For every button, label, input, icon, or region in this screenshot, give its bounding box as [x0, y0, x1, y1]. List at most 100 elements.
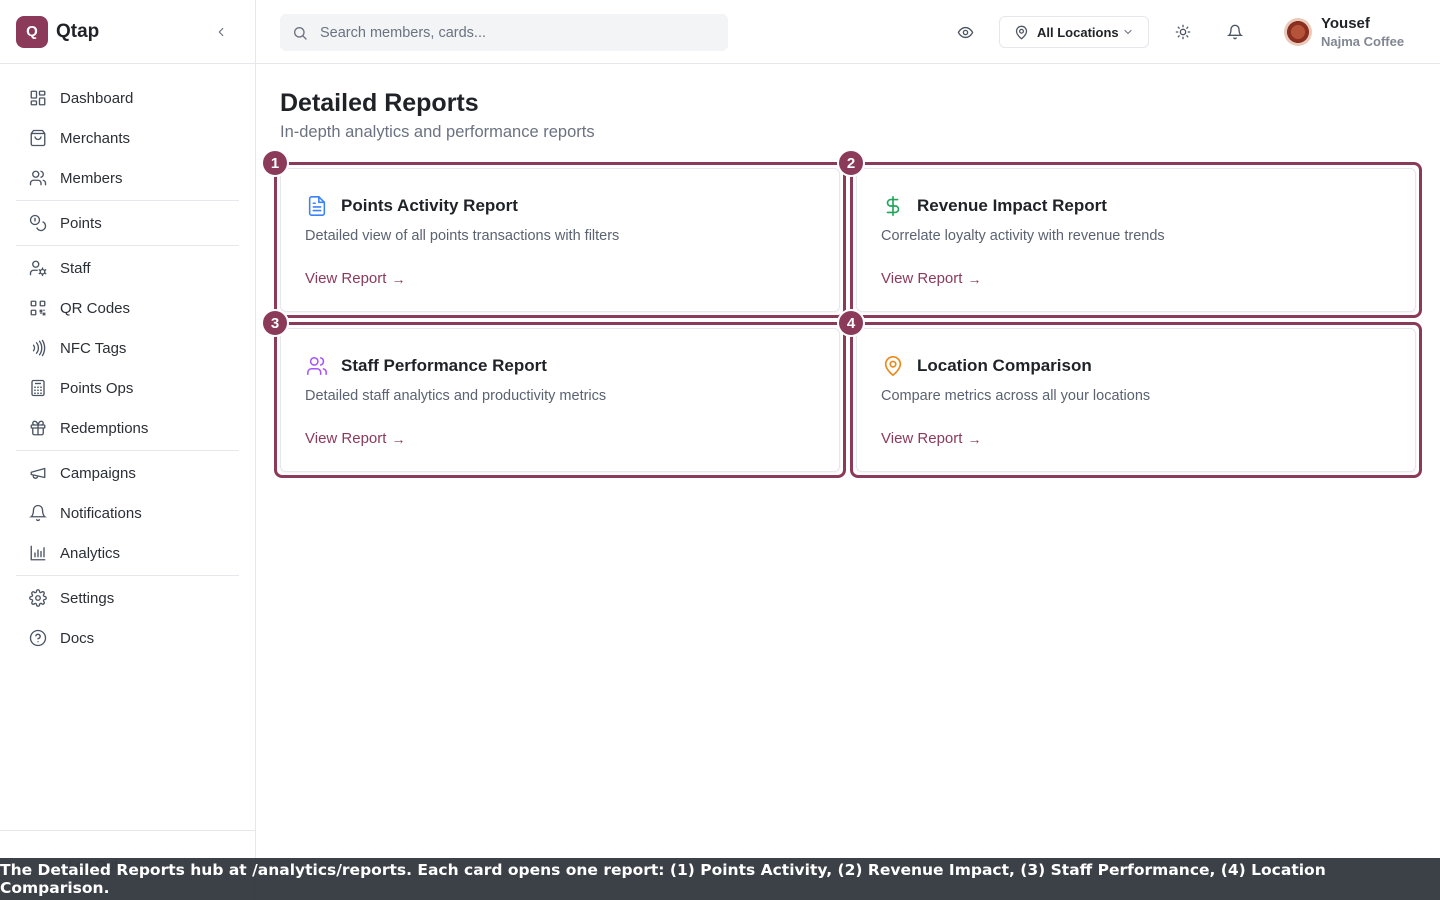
brand-name[interactable]: Qtap [56, 21, 99, 43]
sidebar-item-campaigns[interactable]: Campaigns [16, 453, 239, 493]
step-badge: 1 [261, 149, 289, 177]
search-icon [292, 25, 308, 41]
card-description: Correlate loyalty activity with revenue … [881, 228, 1165, 244]
sidebar-item-label: Points [60, 214, 102, 232]
link-label: View Report [881, 430, 963, 447]
sidebar-item-merchants[interactable]: Merchants [16, 118, 239, 158]
arrow-right-icon: → [967, 430, 982, 447]
arrow-right-icon: → [391, 430, 406, 447]
megaphone-icon [28, 463, 48, 483]
search-bar[interactable] [280, 14, 728, 51]
sidebar-item-staff[interactable]: Staff [16, 248, 239, 288]
top-header: All Locations Yousef Najma Coffee [256, 0, 1440, 64]
help-circle-icon [28, 628, 48, 648]
sidebar-item-label: NFC Tags [60, 339, 127, 357]
sidebar-item-label: Analytics [60, 544, 121, 562]
sidebar-item-notifications[interactable]: Notifications [16, 493, 239, 533]
search-input[interactable] [320, 24, 700, 41]
sidebar-item-qr-codes[interactable]: QR Codes [16, 288, 239, 328]
map-pin-icon [1014, 25, 1029, 40]
sidebar-item-label: QR Codes [60, 299, 131, 317]
brand: Q Qtap [0, 0, 255, 64]
sidebar-item-settings[interactable]: Settings [16, 578, 239, 618]
users-icon [28, 168, 48, 188]
sidebar-item-analytics[interactable]: Analytics [16, 533, 239, 573]
link-label: View Report [305, 270, 387, 287]
page-subtitle: In-depth analytics and performance repor… [280, 123, 595, 141]
sidebar-item-label: Campaigns [60, 464, 136, 482]
nav-divider [16, 245, 239, 246]
arrow-right-icon: → [967, 270, 982, 287]
sidebar-item-points-ops[interactable]: Points Ops [16, 368, 239, 408]
shopping-bag-icon [28, 128, 48, 148]
users-icon [305, 354, 329, 378]
nav-divider [16, 200, 239, 201]
view-report-link[interactable]: View Report → [305, 430, 405, 447]
report-card-location-comparison[interactable]: Location Comparison Compare metrics acro… [850, 322, 1422, 478]
sidebar-item-label: Dashboard [60, 89, 134, 107]
card-title: Location Comparison [917, 356, 1092, 375]
step-badge: 2 [837, 149, 865, 177]
sidebar-nav: Dashboard Merchants Members Points Staff… [0, 64, 255, 658]
user-name: Yousef [1321, 14, 1370, 32]
sidebar-item-points[interactable]: Points [16, 203, 239, 243]
coins-icon [28, 213, 48, 233]
step-badge: 4 [837, 309, 865, 337]
bar-chart-icon [28, 543, 48, 563]
chevron-left-icon [218, 27, 224, 37]
sidebar-item-redemptions[interactable]: Redemptions [16, 408, 239, 448]
report-card-revenue-impact[interactable]: Revenue Impact Report Correlate loyalty … [850, 162, 1422, 318]
avatar [1284, 18, 1312, 46]
nav-divider [16, 575, 239, 576]
card-description: Detailed staff analytics and productivit… [305, 388, 607, 404]
view-report-link[interactable]: View Report → [305, 270, 405, 287]
view-report-link[interactable]: View Report → [881, 270, 981, 287]
user-menu[interactable]: Yousef Najma Coffee [1284, 14, 1404, 50]
collapse-sidebar-button[interactable] [211, 22, 231, 42]
page-title: Detailed Reports [280, 89, 479, 117]
user-cog-icon [28, 258, 48, 278]
card-description: Compare metrics across all your location… [881, 388, 1151, 404]
gift-icon [28, 418, 48, 438]
sidebar-item-label: Members [60, 169, 123, 187]
sidebar-item-docs[interactable]: Docs [16, 618, 239, 658]
card-title: Revenue Impact Report [917, 196, 1107, 215]
sidebar-item-label: Staff [60, 259, 91, 277]
sidebar-item-label: Docs [60, 629, 95, 647]
brand-logo[interactable]: Q [16, 15, 48, 48]
theme-toggle-sun-icon[interactable] [1173, 22, 1193, 42]
sidebar: Q Qtap Dashboard Merchants Members Point… [0, 0, 256, 900]
card-title: Points Activity Report [341, 196, 518, 215]
link-label: View Report [305, 430, 387, 447]
calculator-icon [28, 378, 48, 398]
report-card-points-activity[interactable]: Points Activity Report Detailed view of … [274, 162, 846, 318]
nav-divider [16, 450, 239, 451]
sidebar-item-label: Points Ops [60, 379, 134, 397]
view-report-link[interactable]: View Report → [881, 430, 981, 447]
sidebar-item-label: Merchants [60, 129, 131, 147]
sidebar-item-label: Settings [60, 589, 115, 607]
bell-icon [28, 503, 48, 523]
notifications-bell-icon[interactable] [1225, 22, 1245, 42]
caption-bar: The Detailed Reports hub at /analytics/r… [0, 858, 1440, 900]
sidebar-item-dashboard[interactable]: Dashboard [16, 78, 239, 118]
dollar-icon [881, 194, 905, 218]
sidebar-item-nfc-tags[interactable]: NFC Tags [16, 328, 239, 368]
link-label: View Report [881, 270, 963, 287]
sidebar-item-members[interactable]: Members [16, 158, 239, 198]
qr-code-icon [28, 298, 48, 318]
eye-icon[interactable] [955, 22, 975, 42]
grid-icon [28, 88, 48, 108]
location-select[interactable]: All Locations [999, 16, 1149, 48]
user-org: Najma Coffee [1321, 33, 1405, 49]
sidebar-item-label: Notifications [60, 504, 142, 522]
file-text-icon [305, 194, 329, 218]
report-card-staff-performance[interactable]: Staff Performance Report Detailed staff … [274, 322, 846, 478]
arrow-right-icon: → [391, 270, 406, 287]
step-badge: 3 [261, 309, 289, 337]
sidebar-item-label: Redemptions [60, 419, 149, 437]
card-description: Detailed view of all points transactions… [305, 228, 620, 244]
map-pin-icon [881, 354, 905, 378]
chevron-down-icon [1122, 26, 1134, 38]
nfc-icon [28, 338, 48, 358]
